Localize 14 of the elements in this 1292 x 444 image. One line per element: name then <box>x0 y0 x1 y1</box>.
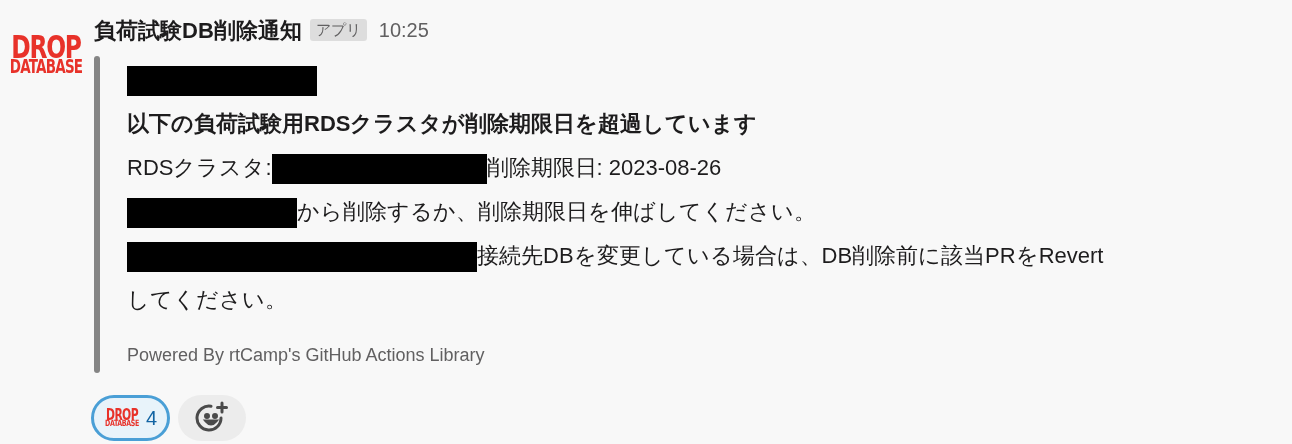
message-text: 接続先DBを変更している場合は、DB削除前に該当PRをRevert <box>477 243 1104 268</box>
message-text: 削除期限日: 2023-08-26 <box>486 155 722 180</box>
sender-name[interactable]: 負荷試験DB削除通知 <box>94 13 302 47</box>
add-reaction-button[interactable] <box>178 395 247 441</box>
app-avatar: DROP DATABASE <box>10 26 82 80</box>
add-emoji-icon <box>195 401 230 435</box>
app-label: アプリ <box>309 18 367 42</box>
message-text: RDSクラスタ: <box>127 155 272 180</box>
timestamp[interactable]: 10:25 <box>378 15 429 45</box>
attachment-footer: Powered By rtCamp's GitHub Actions Library <box>127 342 1260 369</box>
message-heading: 以下の負荷試験用RDSクラスタが削除期限日を超過しています <box>127 111 758 136</box>
message-text: してください。 <box>127 287 287 312</box>
reaction-emoji: DROP DATABASE <box>104 404 140 431</box>
message-text: から削除するか、削除期限日を伸ばしてください。 <box>297 199 816 224</box>
